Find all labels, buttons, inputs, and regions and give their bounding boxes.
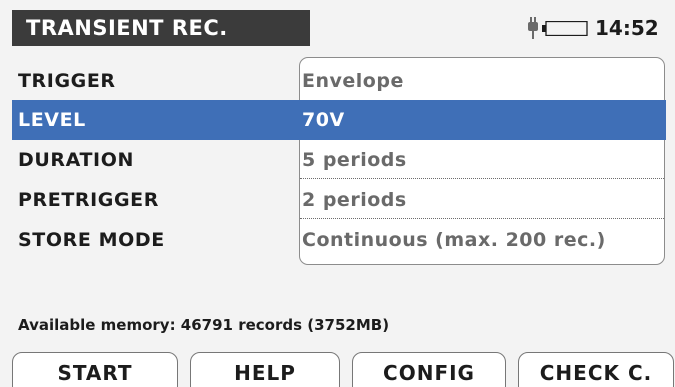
setting-value-store-mode[interactable]: Continuous (max. 200 rec.) xyxy=(302,221,662,259)
plug-icon xyxy=(528,17,538,39)
setting-label-level[interactable]: LEVEL xyxy=(18,101,86,139)
screen-title: TRANSIENT REC. xyxy=(12,10,310,46)
battery-icon xyxy=(542,21,588,36)
setting-value-level[interactable]: 70V xyxy=(302,101,662,139)
setting-value-trigger[interactable]: Envelope xyxy=(302,62,662,100)
status-area: 14:52 xyxy=(310,10,675,46)
start-button[interactable]: START xyxy=(12,352,178,387)
check-connection-button[interactable]: CHECK C. xyxy=(518,352,674,387)
setting-value-pretrigger[interactable]: 2 periods xyxy=(302,181,662,219)
config-button[interactable]: CONFIG xyxy=(352,352,506,387)
available-memory-text: Available memory: 46791 records (3752MB) xyxy=(18,316,390,334)
clock: 14:52 xyxy=(595,16,659,40)
help-button[interactable]: HELP xyxy=(190,352,340,387)
setting-label-duration[interactable]: DURATION xyxy=(18,141,134,179)
setting-value-duration[interactable]: 5 periods xyxy=(302,141,662,179)
setting-label-store-mode[interactable]: STORE MODE xyxy=(18,221,165,259)
title-bar: TRANSIENT REC. 14:52 xyxy=(0,0,675,46)
setting-label-pretrigger[interactable]: PRETRIGGER xyxy=(18,181,159,219)
setting-label-trigger[interactable]: TRIGGER xyxy=(18,62,116,100)
screen: TRANSIENT REC. 14:52 TRIGGER Envelope LE… xyxy=(0,0,675,387)
